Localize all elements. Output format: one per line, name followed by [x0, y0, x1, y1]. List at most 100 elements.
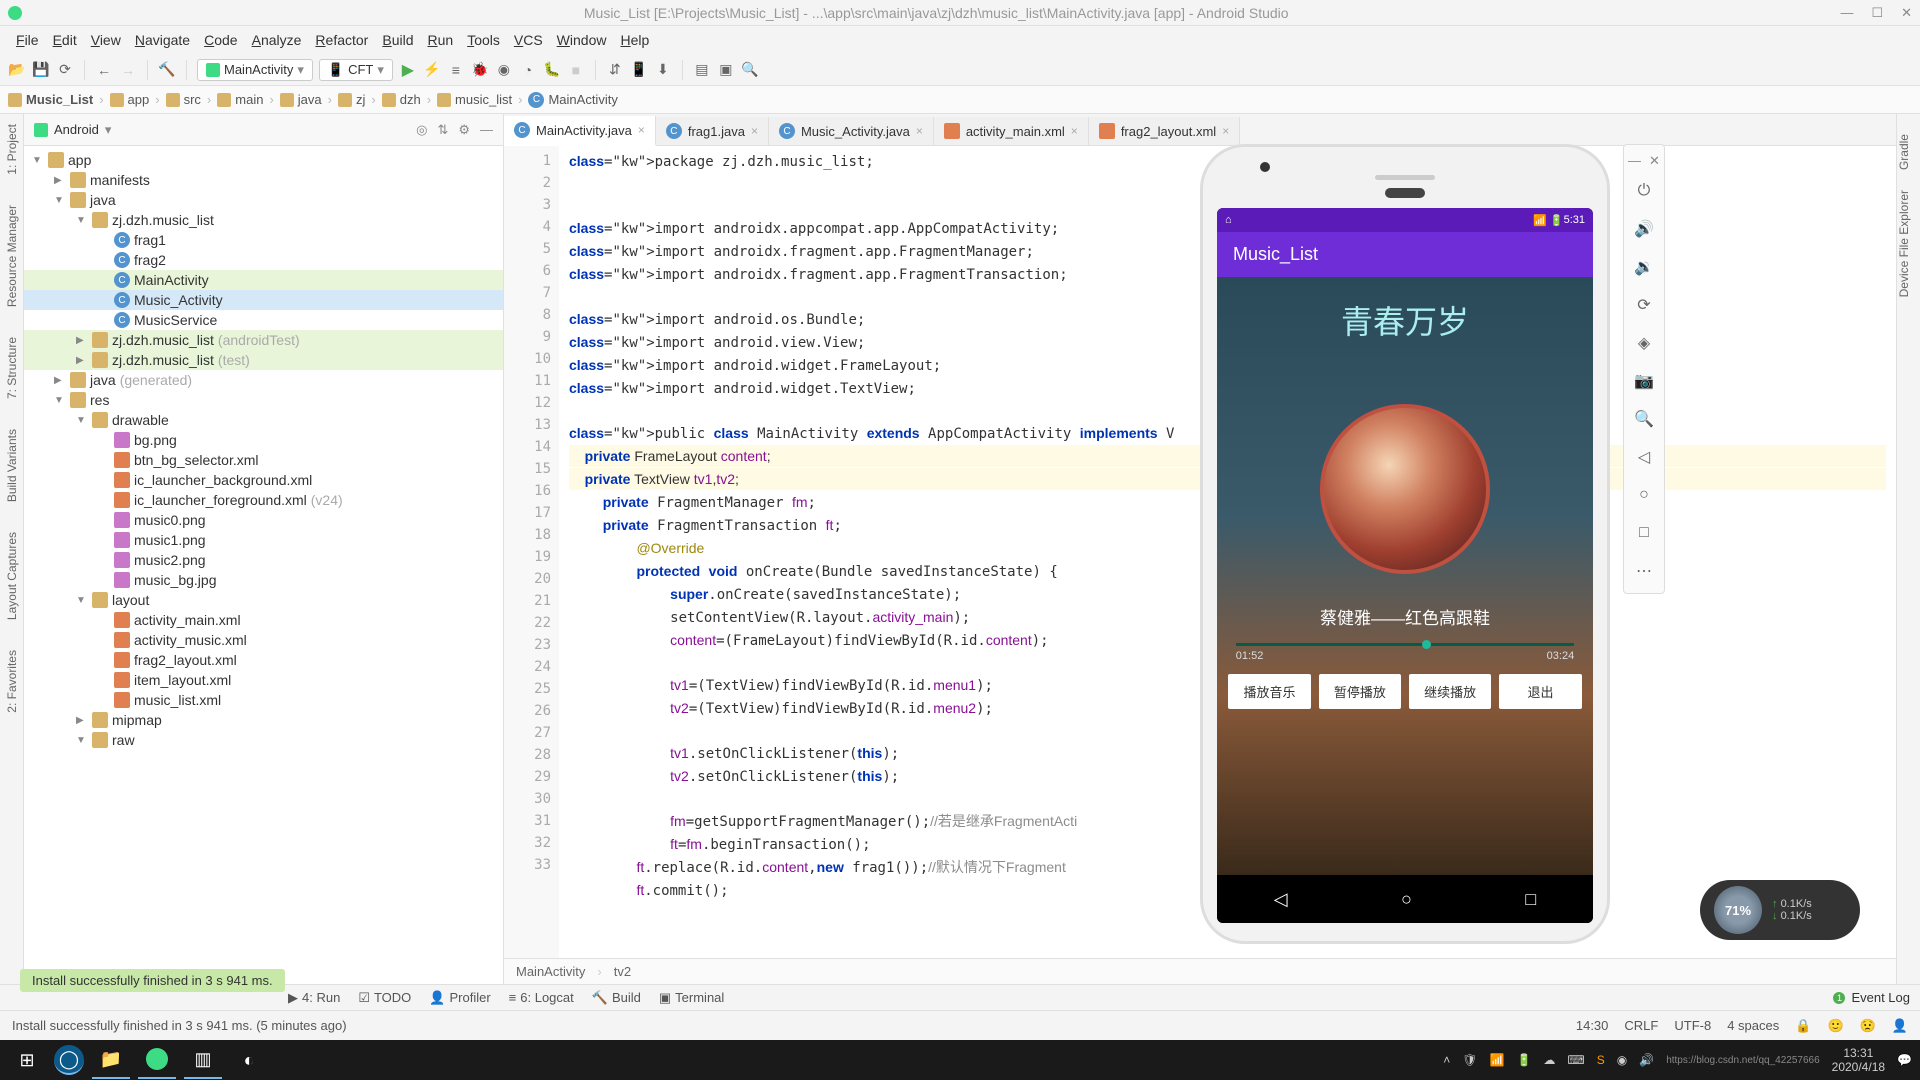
tree-item[interactable]: ▼ res	[24, 390, 503, 410]
menu-code[interactable]: Code	[198, 29, 243, 51]
bottom-tool-6-logcat[interactable]: ≡6: Logcat	[509, 990, 574, 1006]
project-tree[interactable]: ▼ app▶ manifests▼ java▼ zj.dzh.music_lis…	[24, 146, 503, 984]
menu-navigate[interactable]: Navigate	[129, 29, 196, 51]
emu-back-icon[interactable]: ◁	[1630, 443, 1658, 471]
breadcrumb-item[interactable]: zj	[338, 92, 365, 107]
breadcrumb-item[interactable]: dzh	[382, 92, 421, 107]
home-icon[interactable]: ○	[1401, 889, 1412, 910]
emu-rotate-r-icon[interactable]: ◈	[1630, 329, 1658, 357]
rail-1-project[interactable]: 1: Project	[5, 124, 19, 175]
explorer-icon[interactable]: 📁	[92, 1041, 130, 1079]
player-button[interactable]: 播放音乐	[1228, 674, 1310, 709]
tab-close-icon[interactable]: ×	[751, 124, 758, 138]
breadcrumb-item[interactable]: src	[166, 92, 201, 107]
security-icon[interactable]: 🛡	[1462, 1053, 1477, 1067]
emu-power-icon[interactable]: ⏻	[1630, 177, 1658, 205]
run-icon[interactable]: ▶	[399, 61, 417, 79]
structure-icon[interactable]: ▤	[693, 61, 711, 79]
sync-icon[interactable]: ⟳	[56, 61, 74, 79]
tab-close-icon[interactable]: ×	[1222, 124, 1229, 138]
editor-tab[interactable]: Cfrag1.java×	[656, 117, 769, 145]
rail-2-favorites[interactable]: 2: Favorites	[5, 650, 19, 713]
bottom-tool-build[interactable]: 🔨Build	[592, 990, 641, 1006]
emu-home-icon[interactable]: ○	[1630, 481, 1658, 509]
target-icon[interactable]: ◎	[416, 122, 427, 138]
tree-item[interactable]: ▼ java	[24, 190, 503, 210]
editor-tab[interactable]: CMusic_Activity.java×	[769, 117, 934, 145]
menu-file[interactable]: File	[10, 29, 45, 51]
recent-icon[interactable]: □	[1525, 889, 1536, 910]
back-icon[interactable]: ←	[95, 61, 113, 79]
wifi-icon[interactable]: 📶	[1490, 1053, 1505, 1067]
attach-icon[interactable]: 🐛	[543, 61, 561, 79]
vcs-icon[interactable]: ⇵	[606, 61, 624, 79]
profile-icon[interactable]: ◔	[519, 61, 537, 79]
tab-close-icon[interactable]: ×	[638, 123, 645, 137]
androidstudio-icon[interactable]	[138, 1041, 176, 1079]
layout-icon[interactable]: ▣	[717, 61, 735, 79]
tray-icon[interactable]: ◉	[1617, 1053, 1627, 1067]
emu-more-icon[interactable]: ⋯	[1630, 557, 1658, 585]
breadcrumb-item[interactable]: app	[110, 92, 150, 107]
tree-item[interactable]: ic_launcher_foreground.xml (v24)	[24, 490, 503, 510]
emu-minimize-icon[interactable]: —	[1628, 153, 1641, 169]
rail-gradle[interactable]: Gradle	[1897, 134, 1911, 170]
menu-tools[interactable]: Tools	[461, 29, 506, 51]
app-icon[interactable]: ◐	[230, 1041, 268, 1079]
rail-7-structure[interactable]: 7: Structure	[5, 337, 19, 399]
bottom-tool-4-run[interactable]: ▶4: Run	[288, 990, 340, 1006]
breadcrumb-item[interactable]: java	[280, 92, 322, 107]
sdk-icon[interactable]: ⬇	[654, 61, 672, 79]
chevron-up-icon[interactable]: ˄	[1443, 1053, 1450, 1067]
breadcrumb-item[interactable]: Music_List	[8, 92, 93, 107]
gear-icon[interactable]: ⚙	[458, 122, 470, 138]
breadcrumb-item[interactable]: main	[217, 92, 263, 107]
emu-camera-icon[interactable]: 📷	[1630, 367, 1658, 395]
bottom-tool-todo[interactable]: ☑TODO	[358, 990, 411, 1006]
tree-item[interactable]: C Music_Activity	[24, 290, 503, 310]
tree-item[interactable]: ▼ zj.dzh.music_list	[24, 210, 503, 230]
emu-vol-down-icon[interactable]: 🔉	[1630, 253, 1658, 281]
tree-item[interactable]: ▼ drawable	[24, 410, 503, 430]
minimize-icon[interactable]: —	[1840, 5, 1853, 21]
tab-close-icon[interactable]: ×	[1071, 124, 1078, 138]
hide-icon[interactable]: —	[480, 122, 493, 138]
emu-zoom-icon[interactable]: 🔍	[1630, 405, 1658, 433]
menu-build[interactable]: Build	[376, 29, 419, 51]
coverage-icon[interactable]: ◉	[495, 61, 513, 79]
save-icon[interactable]: 💾	[32, 61, 50, 79]
tree-item[interactable]: ▶ zj.dzh.music_list (test)	[24, 350, 503, 370]
open-icon[interactable]: 📂	[8, 61, 26, 79]
menu-analyze[interactable]: Analyze	[246, 29, 308, 51]
menu-vcs[interactable]: VCS	[508, 29, 549, 51]
rail-build-variants[interactable]: Build Variants	[5, 429, 19, 502]
tab-close-icon[interactable]: ×	[916, 124, 923, 138]
tree-item[interactable]: ▶ zj.dzh.music_list (androidTest)	[24, 330, 503, 350]
tree-item[interactable]: activity_main.xml	[24, 610, 503, 630]
stop-icon[interactable]: ■	[567, 61, 585, 79]
emu-vol-up-icon[interactable]: 🔊	[1630, 215, 1658, 243]
event-log-button[interactable]: Event Log	[1851, 990, 1910, 1005]
emu-rotate-l-icon[interactable]: ⟳	[1630, 291, 1658, 319]
system-tray[interactable]: ˄ 🛡 📶 🔋 ☁ ⌨ S ◉ 🔊 https://blog.csdn.net/…	[1443, 1046, 1912, 1074]
player-button[interactable]: 暂停播放	[1319, 674, 1401, 709]
input-icon[interactable]: ⌨	[1567, 1053, 1584, 1067]
close-icon[interactable]: ✕	[1901, 5, 1912, 21]
apply-code-icon[interactable]: ≡	[447, 61, 465, 79]
run-config-select[interactable]: MainActivity ▾	[197, 59, 313, 81]
progress-bar[interactable]	[1236, 643, 1574, 646]
rail-device-file-explorer[interactable]: Device File Explorer	[1897, 190, 1911, 297]
menu-view[interactable]: View	[85, 29, 127, 51]
maximize-icon[interactable]: ☐	[1871, 5, 1883, 21]
tree-item[interactable]: frag2_layout.xml	[24, 650, 503, 670]
forward-icon[interactable]: →	[119, 61, 137, 79]
tree-item[interactable]: ▶ manifests	[24, 170, 503, 190]
bottom-tool-profiler[interactable]: 👤Profiler	[429, 990, 490, 1006]
notifications-icon[interactable]: 💬	[1897, 1053, 1912, 1067]
tree-item[interactable]: music0.png	[24, 510, 503, 530]
rail-resource-manager[interactable]: Resource Manager	[5, 205, 19, 307]
cloud-icon[interactable]: ☁	[1543, 1053, 1555, 1067]
editor-tab[interactable]: activity_main.xml×	[934, 117, 1089, 145]
inspect-icon[interactable]: 👤	[1892, 1018, 1908, 1034]
tree-item[interactable]: item_layout.xml	[24, 670, 503, 690]
